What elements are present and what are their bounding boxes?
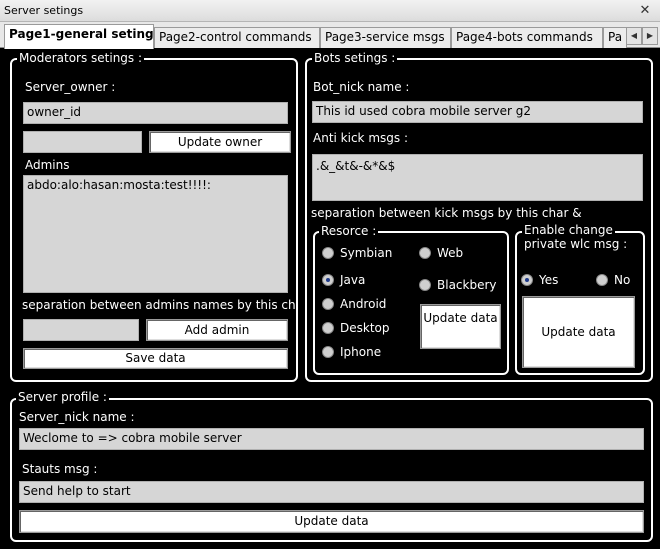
radio-web-label: Web xyxy=(437,246,464,260)
window-titlebar: Server setings ✕ xyxy=(0,0,660,22)
radio-iphone-label: Iphone xyxy=(340,345,382,359)
tab-page5[interactable]: Pa xyxy=(603,27,627,48)
kick-separation-text: separation between kick msgs by this cha… xyxy=(311,206,582,220)
tab-page2[interactable]: Page2-control commands xyxy=(154,27,320,48)
radio-no[interactable]: No xyxy=(596,273,630,287)
admins-textarea[interactable]: abdo:alo:hasan:mosta:test!!!!: xyxy=(23,175,288,293)
radio-desktop[interactable]: Desktop xyxy=(322,321,390,335)
moderators-legend: Moderators setings : xyxy=(17,51,145,65)
radio-blackbery[interactable]: Blackbery xyxy=(419,278,497,292)
admins-separation-text: separation between admins names by this … xyxy=(22,298,296,312)
radio-android[interactable]: Android xyxy=(322,297,386,311)
update-owner-button[interactable]: Update owner xyxy=(149,131,291,153)
add-admin-button[interactable]: Add admin xyxy=(146,319,288,341)
admins-label: Admins xyxy=(25,158,70,172)
close-icon[interactable]: ✕ xyxy=(636,2,654,19)
tab-scroll-left-icon[interactable]: ◀ xyxy=(626,27,642,45)
server-nick-label: Server_nick name : xyxy=(19,410,135,424)
radio-iphone[interactable]: Iphone xyxy=(322,345,381,359)
radio-java-dot[interactable] xyxy=(322,273,334,286)
welcome-legend-line2: private wlc msg : xyxy=(524,237,628,251)
update-resource-button[interactable]: Update data xyxy=(420,304,501,349)
server-nick-field[interactable]: Weclome to => cobra mobile server xyxy=(19,428,644,450)
anti-kick-label: Anti kick msgs : xyxy=(313,131,408,145)
new-owner-input[interactable] xyxy=(23,131,142,153)
update-welcome-button[interactable]: Update data xyxy=(522,296,635,368)
update-profile-button[interactable]: Update data xyxy=(19,510,644,533)
window-title: Server setings xyxy=(4,4,84,17)
bots-legend: Bots setings : xyxy=(312,51,398,65)
radio-no-label: No xyxy=(614,273,631,287)
radio-blackbery-dot[interactable] xyxy=(419,278,431,291)
radio-no-dot[interactable] xyxy=(596,273,608,286)
radio-blackbery-label: Blackbery xyxy=(437,278,497,292)
resource-legend: Resorce : xyxy=(319,224,379,238)
anti-kick-field[interactable]: .&_&t&-&*&$ xyxy=(312,154,643,201)
tab-bar: Page1-general setings Page2-control comm… xyxy=(0,22,660,49)
server-profile-legend: Server profile : xyxy=(16,390,109,404)
radio-desktop-label: Desktop xyxy=(340,321,390,335)
tab-page4[interactable]: Page4-bots commands xyxy=(451,27,603,48)
radio-symbian-dot[interactable] xyxy=(322,246,334,259)
tab-scroll-right-icon[interactable]: ▶ xyxy=(642,27,658,45)
tab-page3[interactable]: Page3-service msgs xyxy=(320,27,451,48)
status-msg-field[interactable]: Send help to start xyxy=(19,481,644,503)
radio-yes-dot[interactable] xyxy=(521,273,533,286)
tab-page1[interactable]: Page1-general setings xyxy=(4,24,154,49)
add-admin-input[interactable] xyxy=(23,319,139,341)
radio-symbian[interactable]: Symbian xyxy=(322,246,392,260)
radio-web[interactable]: Web xyxy=(419,246,463,260)
server-owner-label: Server_owner : xyxy=(25,80,116,94)
radio-java[interactable]: Java xyxy=(322,273,365,287)
radio-yes-label: Yes xyxy=(539,273,559,287)
radio-desktop-dot[interactable] xyxy=(322,321,334,334)
owner-field[interactable]: owner_id xyxy=(23,102,288,124)
status-msg-label: Stauts msg : xyxy=(22,462,98,476)
radio-symbian-label: Symbian xyxy=(340,246,393,260)
radio-android-label: Android xyxy=(340,297,387,311)
bot-nick-field[interactable]: This id used cobra mobile server g2 xyxy=(312,101,643,123)
radio-java-label: Java xyxy=(340,273,366,287)
radio-web-dot[interactable] xyxy=(419,246,431,259)
page1-content: Moderators setings : Server_owner : owne… xyxy=(0,48,660,549)
radio-android-dot[interactable] xyxy=(322,297,334,310)
bot-nick-label: Bot_nick name : xyxy=(313,80,410,94)
radio-iphone-dot[interactable] xyxy=(322,345,334,358)
save-data-button[interactable]: Save data xyxy=(23,348,288,369)
welcome-legend-line1: Enable change xyxy=(522,223,615,237)
radio-yes[interactable]: Yes xyxy=(521,273,558,287)
